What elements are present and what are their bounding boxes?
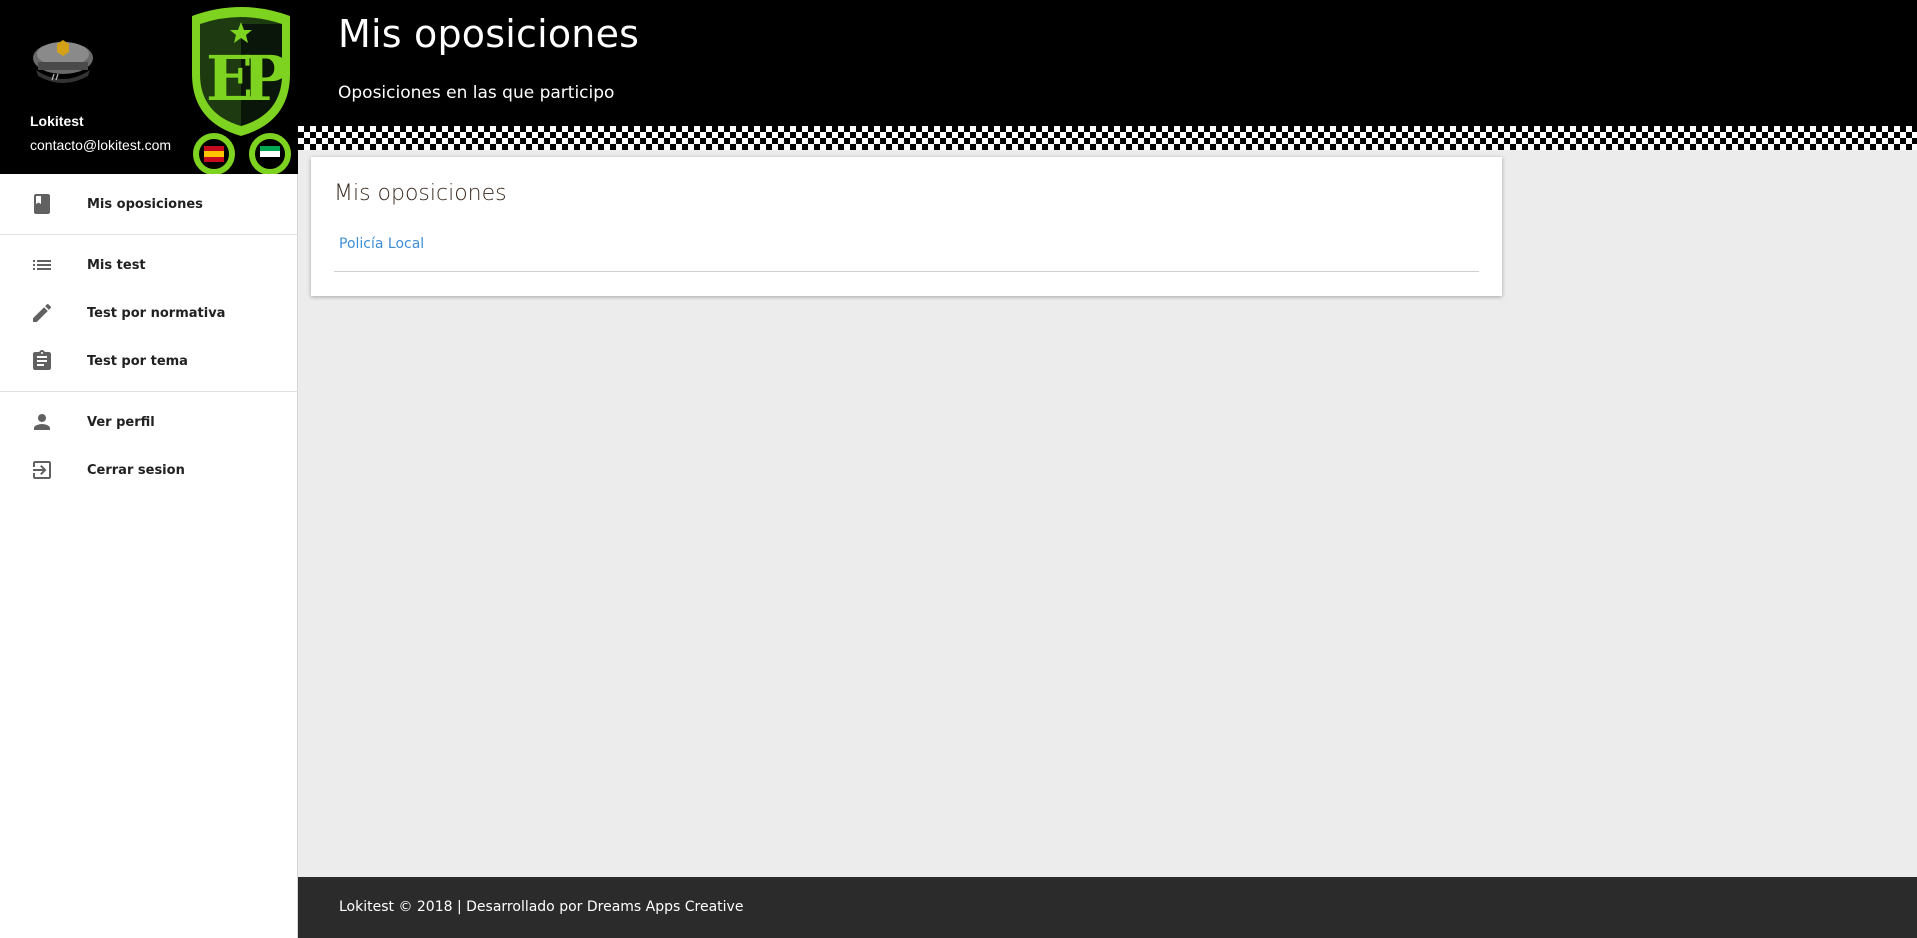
sidebar-item-cerrar-sesion[interactable]: Cerrar sesion [0, 446, 298, 494]
ep-shield-logo-icon: E P [192, 7, 291, 174]
sidebar-item-ver-perfil[interactable]: Ver perfil [0, 398, 298, 446]
user-name: Lokitest [30, 113, 84, 129]
person-icon [34, 414, 50, 430]
sidebar-item-mis-oposiciones[interactable]: Mis oposiciones [0, 180, 298, 228]
sidebar: Lokitest contacto@lokitest.com E P Mis o… [0, 0, 298, 938]
top-bar: Mis oposiciones Oposiciones en las que p… [298, 0, 1917, 150]
sidebar-item-mis-test[interactable]: Mis test [0, 241, 298, 289]
user-email: contacto@lokitest.com [30, 137, 172, 153]
page-subtitle: Oposiciones en las que participo [338, 83, 615, 103]
checkered-band [298, 126, 1917, 150]
clipboard-icon [33, 350, 51, 370]
sidebar-item-label: Test por tema [87, 353, 188, 369]
oposicion-link-policia-local[interactable]: Policía Local [339, 236, 424, 252]
page-title: Mis oposiciones [338, 12, 640, 56]
sidebar-item-label: Mis test [87, 257, 146, 273]
sidebar-item-label: Ver perfil [87, 414, 155, 430]
footer-text: Lokitest © 2018 | Desarrollado por Dream… [339, 899, 744, 915]
pencil-icon [33, 303, 52, 322]
sidebar-item-test-por-normativa[interactable]: Test por normativa [0, 289, 298, 337]
sidebar-nav: Mis oposiciones Mis test Test por normat… [0, 174, 298, 500]
sidebar-item-label: Mis oposiciones [87, 196, 203, 212]
sidebar-header: Lokitest contacto@lokitest.com E P [0, 0, 298, 174]
sidebar-item-test-por-tema[interactable]: Test por tema [0, 337, 298, 385]
logout-icon [33, 461, 51, 479]
sidebar-item-label: Test por normativa [87, 305, 226, 321]
card-divider [334, 271, 1479, 272]
oposiciones-card: Mis oposiciones Policía Local [311, 157, 1502, 296]
sidebar-item-label: Cerrar sesion [87, 462, 185, 478]
police-cap-avatar-icon [33, 40, 93, 83]
svg-text:P: P [242, 42, 289, 115]
book-icon [34, 194, 50, 214]
footer: Lokitest © 2018 | Desarrollado por Dream… [298, 877, 1917, 938]
card-title: Mis oposiciones [334, 181, 507, 206]
list-icon [33, 260, 51, 270]
